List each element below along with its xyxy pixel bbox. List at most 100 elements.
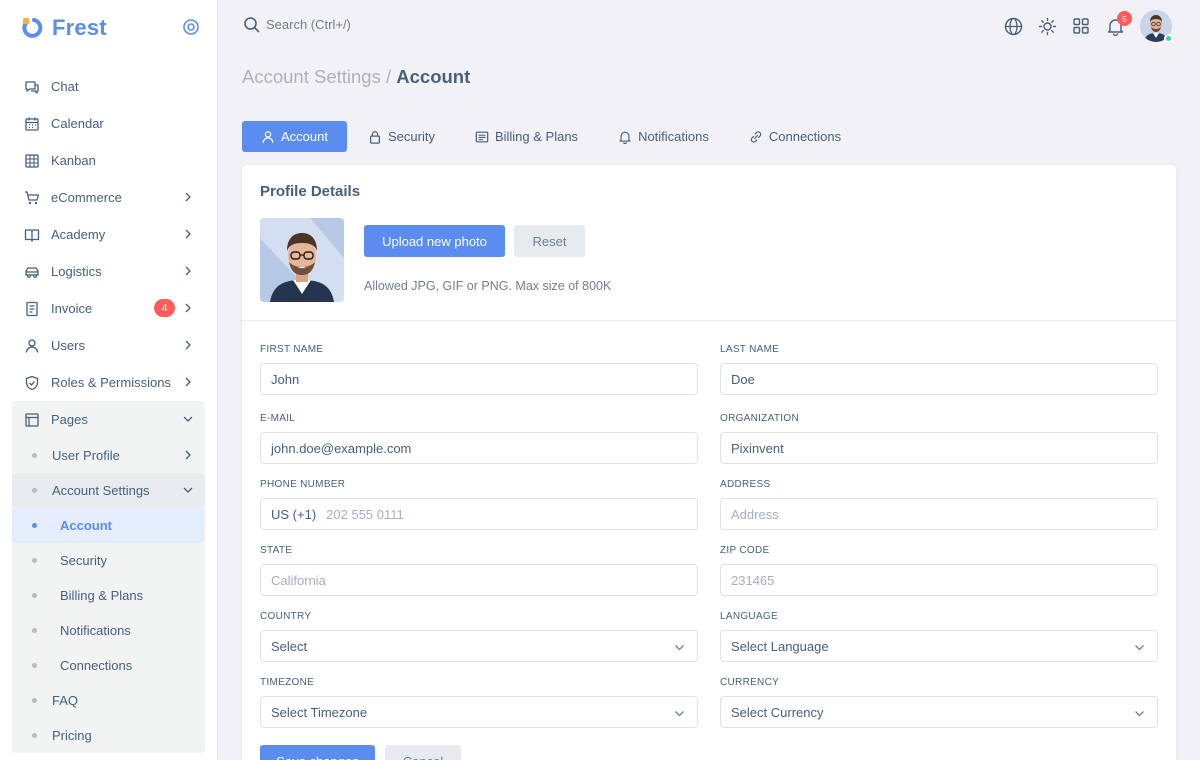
sidebar-toggle-icon[interactable] [182, 18, 200, 36]
notifications-count-badge: 5 [1117, 11, 1132, 26]
chevron-right-icon [185, 192, 191, 202]
sidebar-item-label: Notifications [60, 623, 131, 638]
address-input[interactable]: Address [720, 498, 1158, 530]
sidebar-item-security[interactable]: Security [12, 543, 205, 578]
email-group: E-mail john.doe@example.com [260, 413, 698, 464]
breadcrumb-current: Account [396, 66, 471, 87]
zip-placeholder: 231465 [731, 572, 775, 588]
profile-details-card: Profile Details Upload new photo Reset A… [242, 165, 1176, 760]
country-label: Country [260, 611, 312, 622]
bullet-dot [32, 558, 37, 563]
sidebar-item-notifications[interactable]: Notifications [12, 613, 205, 648]
calendar-icon [25, 117, 39, 131]
cancel-button[interactable]: Cancel [385, 745, 461, 760]
tab-account[interactable]: Account [242, 121, 347, 152]
tab-billing[interactable]: Billing & Plans [456, 121, 597, 152]
bullet-dot [32, 663, 37, 668]
theme-toggle-button[interactable] [1030, 10, 1064, 42]
chevron-down-icon [1135, 711, 1144, 717]
search-box[interactable]: Search (Ctrl+/) [243, 16, 351, 33]
sidebar-item-label: Kanban [51, 153, 96, 168]
language-button[interactable] [996, 10, 1030, 42]
email-input[interactable]: john.doe@example.com [260, 432, 698, 464]
globe-icon [1004, 17, 1022, 35]
search-icon [244, 17, 260, 33]
sidebar-item-ecommerce[interactable]: eCommerce [12, 179, 205, 216]
timezone-select[interactable]: Select Timezone [260, 696, 698, 728]
sidebar: Frest Chat Calendar Kanban eCommerce Aca… [0, 0, 218, 760]
state-input[interactable]: California [260, 564, 698, 596]
sidebar-item-user-profile[interactable]: User Profile [12, 438, 205, 473]
country-select[interactable]: Select [260, 630, 698, 662]
sidebar-item-roles[interactable]: Roles & Permissions [12, 364, 205, 401]
card-title: Profile Details [260, 183, 361, 200]
tab-label: Billing & Plans [494, 129, 579, 144]
bullet-dot [32, 488, 37, 493]
sidebar-item-label: eCommerce [51, 190, 122, 205]
sidebar-item-label: Chat [51, 79, 79, 94]
pages-icon [25, 412, 39, 427]
sidebar-item-invoice[interactable]: Invoice 4 [12, 290, 205, 327]
zip-input[interactable]: 231465 [720, 564, 1158, 596]
sidebar-item-chat[interactable]: Chat [12, 68, 205, 105]
tab-security[interactable]: Security [349, 121, 454, 152]
profile-photo-image [260, 218, 344, 302]
chevron-right-icon [185, 377, 191, 387]
sidebar-item-label: FAQ [52, 693, 79, 708]
brand[interactable]: Frest [22, 14, 107, 42]
bullet-dot [32, 628, 37, 633]
language-label: Language [720, 611, 778, 622]
chevron-down-icon [183, 416, 193, 422]
phone-input[interactable]: US (+1) 202 555 0111 [260, 498, 698, 530]
apps-button[interactable] [1064, 10, 1098, 42]
tab-connections[interactable]: Connections [730, 121, 860, 152]
sidebar-item-label: Account [60, 518, 112, 533]
sidebar-item-calendar[interactable]: Calendar [12, 105, 205, 142]
address-placeholder: Address [731, 506, 779, 522]
tab-label: Notifications [638, 129, 709, 144]
grid-icon [1073, 18, 1089, 34]
chevron-down-icon [675, 711, 684, 717]
sidebar-item-label: Roles & Permissions [51, 375, 171, 390]
first-name-input[interactable]: John [260, 363, 698, 395]
sidebar-group-pages: Pages User Profile Account Settings Acco… [12, 401, 205, 753]
language-select[interactable]: Select Language [720, 630, 1158, 662]
phone-placeholder: 202 555 0111 [326, 506, 404, 522]
bullet-dot [32, 523, 37, 528]
last-name-input[interactable]: Doe [720, 363, 1158, 395]
sidebar-item-kanban[interactable]: Kanban [12, 142, 205, 179]
notifications-button[interactable]: 5 [1098, 10, 1132, 42]
bullet-dot [32, 593, 37, 598]
sidebar-item-connections[interactable]: Connections [12, 648, 205, 683]
sidebar-item-label: Pages [51, 412, 88, 427]
user-icon [25, 338, 39, 353]
timezone-value: Select Timezone [271, 704, 368, 720]
chevron-right-icon [185, 340, 191, 350]
user-avatar[interactable] [1140, 10, 1173, 43]
topbar: Search (Ctrl+/) 5 [219, 0, 1200, 52]
country-value: Select [271, 638, 308, 654]
reset-photo-button[interactable]: Reset [514, 225, 585, 257]
save-changes-button[interactable]: Save changes [260, 745, 375, 760]
state-placeholder: California [271, 572, 326, 588]
phone-group: Phone Number US (+1) 202 555 0111 [260, 479, 698, 530]
upload-photo-button[interactable]: Upload new photo [364, 225, 505, 257]
sidebar-item-label: Security [60, 553, 107, 568]
organization-input[interactable]: Pixinvent [720, 432, 1158, 464]
timezone-label: Timezone [260, 677, 315, 688]
currency-select[interactable]: Select Currency [720, 696, 1158, 728]
tab-notifications[interactable]: Notifications [599, 121, 728, 152]
sidebar-item-label: Invoice [51, 301, 93, 316]
chevron-right-icon [185, 303, 191, 313]
sun-icon [1038, 17, 1056, 35]
sidebar-item-logistics[interactable]: Logistics [12, 253, 205, 290]
user-icon [262, 130, 274, 143]
sidebar-item-account[interactable]: Account [12, 508, 205, 543]
sidebar-item-faq[interactable]: FAQ [12, 683, 205, 718]
sidebar-item-academy[interactable]: Academy [12, 216, 205, 253]
sidebar-item-account-settings[interactable]: Account Settings [12, 473, 205, 508]
sidebar-item-pricing[interactable]: Pricing [12, 718, 205, 753]
sidebar-item-billing[interactable]: Billing & Plans [12, 578, 205, 613]
sidebar-item-users[interactable]: Users [12, 327, 205, 364]
sidebar-item-pages[interactable]: Pages [12, 401, 205, 438]
